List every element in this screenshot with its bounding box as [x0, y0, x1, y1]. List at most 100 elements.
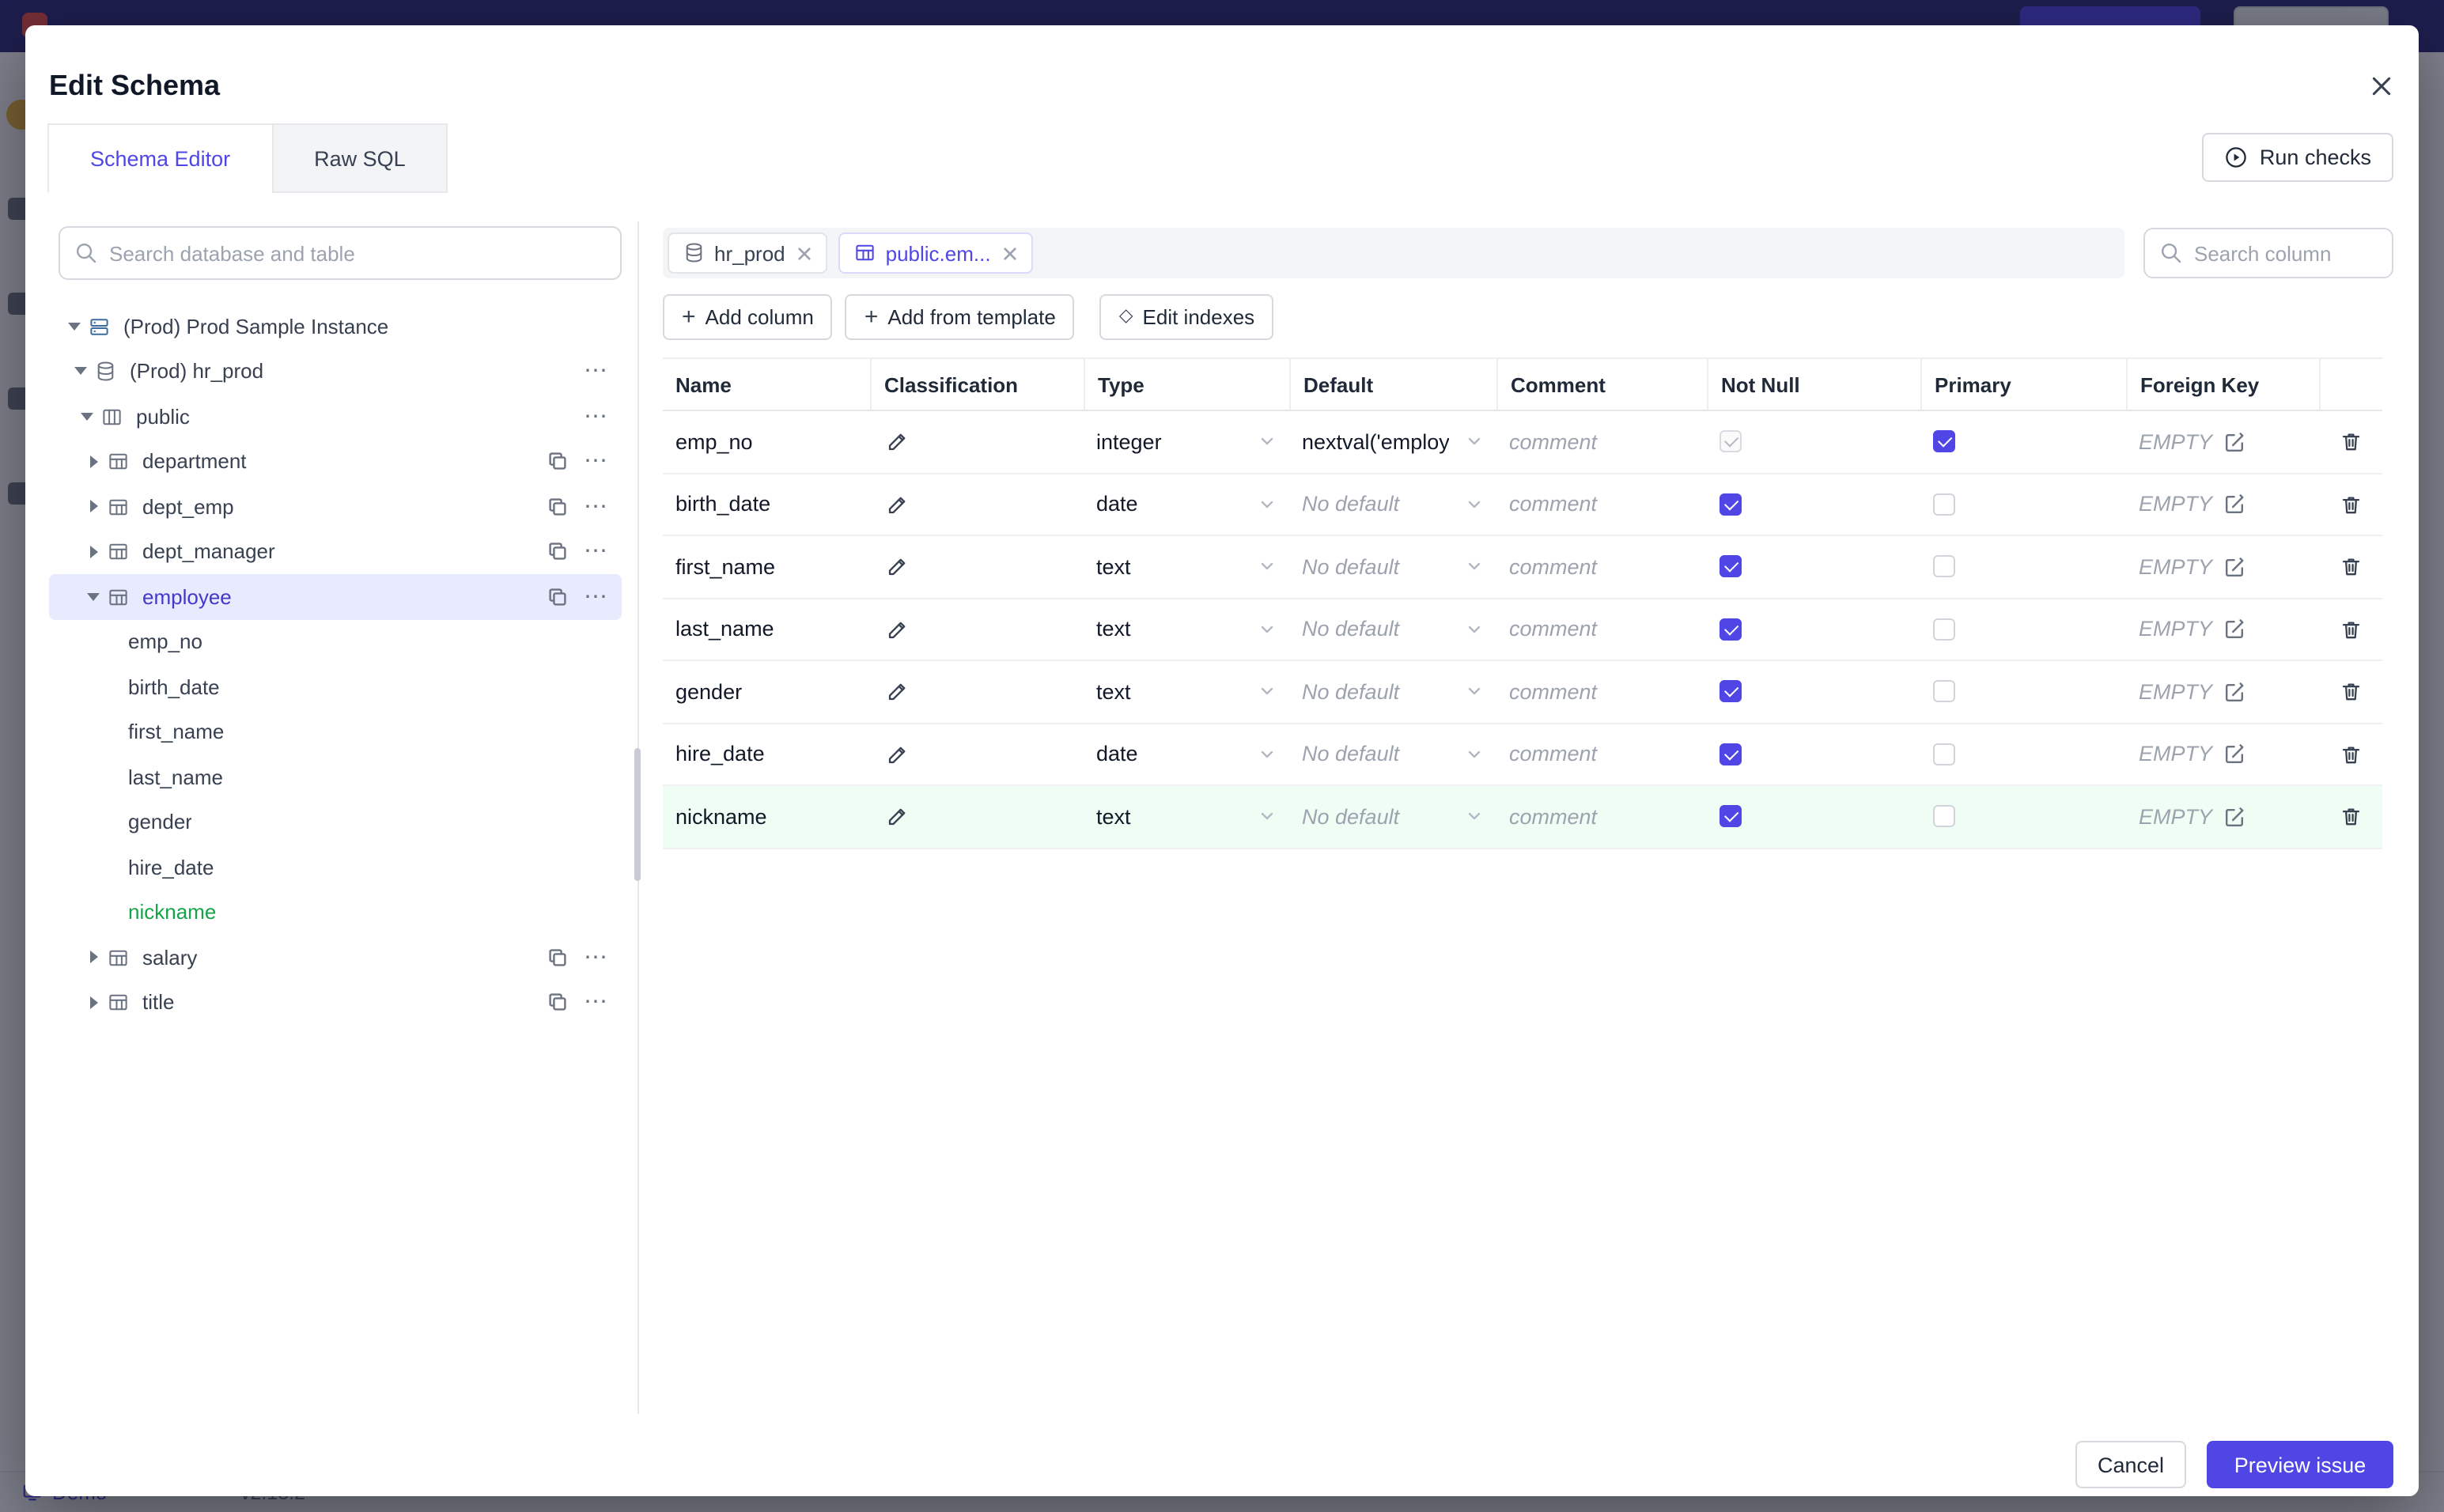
- type-select[interactable]: text: [1084, 786, 1289, 847]
- name-cell[interactable]: hire_date: [663, 724, 870, 784]
- tree-item-dept-emp[interactable]: dept_emp ⋯: [49, 484, 622, 529]
- caret-down-icon[interactable]: [76, 412, 98, 421]
- type-select[interactable]: integer: [1084, 411, 1289, 472]
- comment-input[interactable]: comment: [1509, 805, 1597, 829]
- delete-row-button[interactable]: [2336, 677, 2366, 706]
- tree-column-birth-date[interactable]: birth_date: [49, 664, 622, 709]
- tree-column-nickname[interactable]: nickname: [49, 890, 622, 935]
- primary-checkbox[interactable]: [1933, 430, 1955, 453]
- comment-input[interactable]: comment: [1509, 618, 1597, 641]
- foreign-key-cell[interactable]: EMPTY: [2126, 724, 2319, 784]
- tree-item-prod-prod-sample-instance[interactable]: (Prod) Prod Sample Instance: [49, 304, 622, 349]
- tab-chip-hr-prod[interactable]: hr_prod: [668, 232, 828, 274]
- edit-classification-button[interactable]: [883, 677, 912, 706]
- default-select[interactable]: No default: [1289, 661, 1496, 722]
- caret-right-icon[interactable]: [82, 996, 104, 1009]
- comment-input[interactable]: comment: [1509, 430, 1597, 454]
- tree-item-salary[interactable]: salary ⋯: [49, 935, 622, 980]
- default-select[interactable]: No default: [1289, 786, 1496, 847]
- name-cell[interactable]: nickname: [663, 786, 870, 847]
- tab-chip-public-em[interactable]: public.em...: [838, 232, 1034, 274]
- delete-row-button[interactable]: [2336, 427, 2366, 456]
- edit-classification-button[interactable]: [883, 427, 912, 456]
- primary-checkbox[interactable]: [1933, 805, 1955, 828]
- more-menu-icon[interactable]: ⋯: [584, 585, 609, 609]
- edit-indexes-button[interactable]: ◇ Edit indexes: [1099, 294, 1274, 340]
- primary-checkbox[interactable]: [1933, 555, 1955, 578]
- not-null-checkbox[interactable]: [1720, 493, 1742, 516]
- type-select[interactable]: date: [1084, 724, 1289, 784]
- comment-input[interactable]: comment: [1509, 555, 1597, 579]
- more-menu-icon[interactable]: ⋯: [584, 540, 609, 564]
- not-null-checkbox[interactable]: [1720, 805, 1742, 828]
- more-menu-icon[interactable]: ⋯: [584, 946, 609, 970]
- tree-column-first-name[interactable]: first_name: [49, 709, 622, 754]
- default-select[interactable]: No default: [1289, 474, 1496, 535]
- not-null-checkbox[interactable]: [1720, 430, 1742, 453]
- caret-right-icon[interactable]: [82, 500, 104, 513]
- more-menu-icon[interactable]: ⋯: [584, 405, 609, 429]
- tree-item-title[interactable]: title ⋯: [49, 980, 622, 1025]
- not-null-checkbox[interactable]: [1720, 555, 1742, 578]
- caret-right-icon[interactable]: [82, 455, 104, 468]
- edit-classification-button[interactable]: [883, 490, 912, 519]
- more-menu-icon[interactable]: ⋯: [584, 495, 609, 519]
- delete-row-button[interactable]: [2336, 614, 2366, 644]
- copy-icon[interactable]: [546, 991, 569, 1015]
- not-null-checkbox[interactable]: [1720, 743, 1742, 765]
- tree-item-department[interactable]: department ⋯: [49, 439, 622, 484]
- copy-icon[interactable]: [546, 450, 569, 474]
- run-checks-button[interactable]: Run checks: [2202, 133, 2393, 182]
- foreign-key-cell[interactable]: EMPTY: [2126, 411, 2319, 472]
- comment-input[interactable]: comment: [1509, 743, 1597, 766]
- foreign-key-cell[interactable]: EMPTY: [2126, 474, 2319, 535]
- primary-checkbox[interactable]: [1933, 743, 1955, 765]
- name-cell[interactable]: gender: [663, 661, 870, 722]
- foreign-key-cell[interactable]: EMPTY: [2126, 599, 2319, 660]
- tree-column-hire-date[interactable]: hire_date: [49, 845, 622, 890]
- more-menu-icon[interactable]: ⋯: [584, 360, 609, 384]
- close-button[interactable]: [2362, 66, 2400, 104]
- default-select[interactable]: nextval('employ: [1289, 411, 1496, 472]
- copy-icon[interactable]: [546, 585, 569, 609]
- tree-item-dept-manager[interactable]: dept_manager ⋯: [49, 529, 622, 574]
- database-search-input[interactable]: [59, 226, 622, 280]
- type-select[interactable]: text: [1084, 661, 1289, 722]
- comment-input[interactable]: comment: [1509, 493, 1597, 516]
- name-cell[interactable]: birth_date: [663, 474, 870, 535]
- cancel-button[interactable]: Cancel: [2075, 1441, 2186, 1488]
- tree-item-public[interactable]: public ⋯: [49, 394, 622, 439]
- name-cell[interactable]: last_name: [663, 599, 870, 660]
- primary-checkbox[interactable]: [1933, 680, 1955, 703]
- caret-down-icon[interactable]: [63, 322, 85, 331]
- primary-checkbox[interactable]: [1933, 493, 1955, 516]
- close-icon[interactable]: [1004, 246, 1018, 260]
- tree-column-gender[interactable]: gender: [49, 799, 622, 845]
- default-select[interactable]: No default: [1289, 599, 1496, 660]
- caret-down-icon[interactable]: [82, 592, 104, 601]
- default-select[interactable]: No default: [1289, 536, 1496, 597]
- more-menu-icon[interactable]: ⋯: [584, 450, 609, 474]
- type-select[interactable]: text: [1084, 536, 1289, 597]
- name-cell[interactable]: first_name: [663, 536, 870, 597]
- copy-icon[interactable]: [546, 540, 569, 564]
- not-null-checkbox[interactable]: [1720, 680, 1742, 703]
- delete-row-button[interactable]: [2336, 802, 2366, 831]
- caret-down-icon[interactable]: [70, 367, 92, 376]
- not-null-checkbox[interactable]: [1720, 618, 1742, 641]
- tab-raw-sql[interactable]: Raw SQL: [271, 123, 448, 193]
- edit-classification-button[interactable]: [883, 739, 912, 769]
- name-cell[interactable]: emp_no: [663, 411, 870, 472]
- delete-row-button[interactable]: [2336, 490, 2366, 519]
- caret-right-icon[interactable]: [82, 951, 104, 964]
- edit-classification-button[interactable]: [883, 802, 912, 831]
- type-select[interactable]: text: [1084, 599, 1289, 660]
- tree-item-employee[interactable]: employee ⋯: [49, 574, 622, 619]
- tab-schema-editor[interactable]: Schema Editor: [47, 123, 274, 193]
- type-select[interactable]: date: [1084, 474, 1289, 535]
- tree-item-prod-hr-prod[interactable]: (Prod) hr_prod ⋯: [49, 349, 622, 394]
- edit-classification-button[interactable]: [883, 552, 912, 581]
- foreign-key-cell[interactable]: EMPTY: [2126, 661, 2319, 722]
- add-from-template-button[interactable]: + Add from template: [845, 294, 1075, 340]
- close-icon[interactable]: [798, 246, 812, 260]
